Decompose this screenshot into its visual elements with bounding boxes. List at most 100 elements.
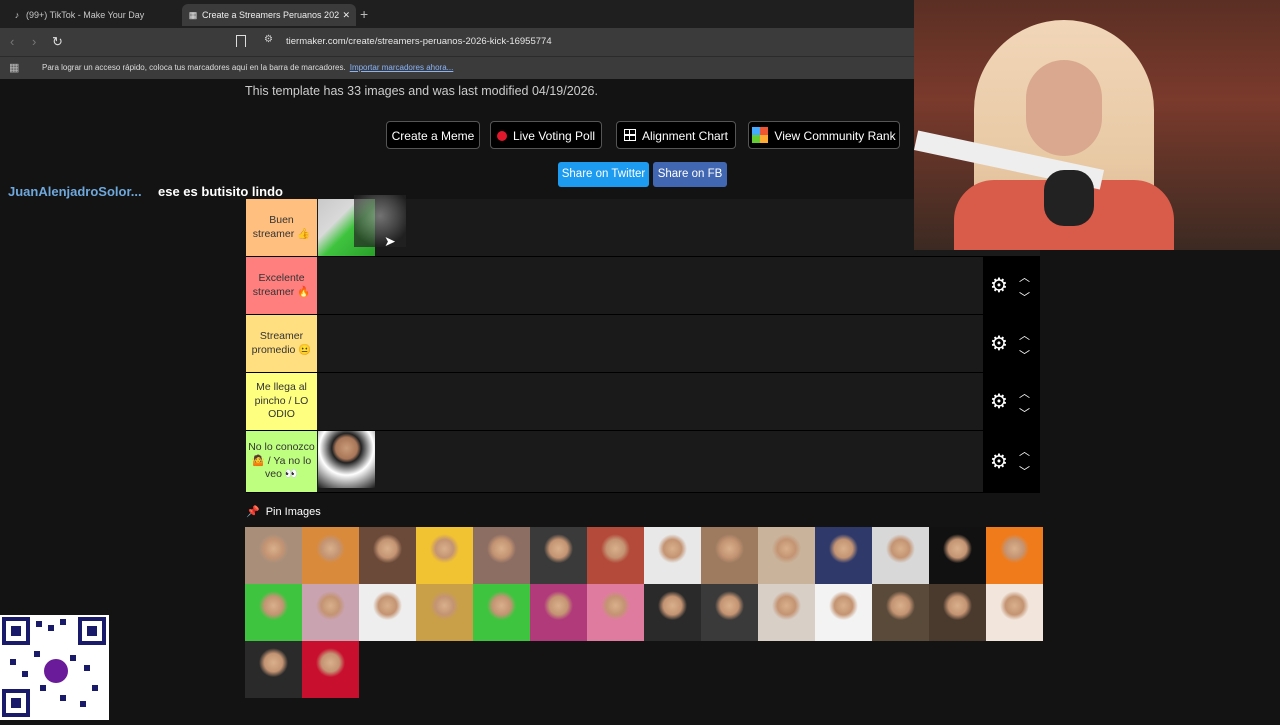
back-icon[interactable]: ‹ — [10, 34, 14, 49]
cursor-icon: ➤ — [384, 233, 396, 249]
dragging-thumbnail[interactable] — [354, 195, 406, 247]
pool-image[interactable] — [473, 527, 530, 584]
microphone — [1044, 170, 1094, 226]
pin-images-label: Pin Images — [265, 506, 321, 518]
pool-image[interactable] — [587, 527, 644, 584]
bookmarks-hint-text: Para lograr un acceso rápido, coloca tus… — [42, 63, 346, 72]
pool-image[interactable] — [929, 584, 986, 641]
chevron-up-icon[interactable]: ︿ — [1019, 443, 1030, 459]
bookmark-icon[interactable] — [236, 35, 246, 47]
pool-image[interactable] — [701, 584, 758, 641]
pool-image[interactable] — [929, 527, 986, 584]
close-tab-icon[interactable]: ✕ — [342, 4, 350, 26]
share-twitter-button[interactable]: Share on Twitter — [558, 162, 649, 187]
address-bar[interactable]: tiermaker.com/create/streamers-peruanos-… — [286, 36, 552, 47]
tier-label[interactable]: Excelente streamer 🔥 — [246, 257, 317, 314]
chat-message: ese es butisito lindo — [158, 184, 283, 199]
site-info-icon[interactable]: ⚙ — [264, 34, 273, 45]
tier-row: No lo conozco 🤷 / Ya no lo veo 👀 ⚙ ︿ ﹀ — [246, 431, 1040, 493]
browser-toolbar: ‹ › ↻ ⚙ tiermaker.com/create/streamers-p… — [0, 28, 914, 56]
pool-image[interactable] — [416, 584, 473, 641]
gear-icon[interactable]: ⚙ — [989, 392, 1009, 412]
pool-image[interactable] — [302, 584, 359, 641]
tier-label[interactable]: Streamer promedio 😐 — [246, 315, 317, 372]
tab-bar: ♪ (99+) TikTok - Make Your Day ▦ Create a … — [0, 0, 914, 28]
live-voting-poll-button[interactable]: Live Voting Poll — [490, 121, 602, 149]
tab-tiermaker[interactable]: ▦ Create a Streamers Peruanos 202 ✕ — [182, 4, 356, 26]
tiermaker-icon: ▦ — [188, 10, 198, 20]
alignment-chart-label: Alignment Chart — [641, 129, 729, 143]
pool-image[interactable] — [302, 641, 359, 698]
qr-code — [0, 615, 109, 720]
tab-label: (99+) TikTok - Make Your Day — [26, 10, 145, 20]
pool-image[interactable] — [986, 527, 1043, 584]
chevron-down-icon[interactable]: ﹀ — [1019, 347, 1030, 363]
pool-image[interactable] — [302, 527, 359, 584]
record-dot-icon — [496, 131, 507, 141]
chevron-up-icon[interactable]: ︿ — [1019, 327, 1030, 343]
tier-controls: ⚙ ︿ ﹀ — [983, 373, 1040, 430]
create-meme-label: Create a Meme — [391, 129, 475, 143]
chevron-up-icon[interactable]: ︿ — [1019, 269, 1030, 285]
gear-icon[interactable]: ⚙ — [989, 334, 1009, 354]
pushpin-icon: 📌 — [246, 506, 260, 518]
streamer-thumbnail[interactable] — [318, 431, 375, 488]
tier-label[interactable]: No lo conozco 🤷 / Ya no lo veo 👀 — [246, 431, 317, 492]
tier-controls: ⚙ ︿ ﹀ — [983, 431, 1040, 492]
pool-image[interactable] — [815, 584, 872, 641]
tier-row: Excelente streamer 🔥 ⚙ ︿ ﹀ — [246, 257, 1040, 315]
chat-username: JuanAlenjadroSolor... — [8, 184, 142, 199]
pool-image[interactable] — [644, 527, 701, 584]
pool-image[interactable] — [758, 584, 815, 641]
pool-image[interactable] — [872, 584, 929, 641]
alignment-chart-button[interactable]: Alignment Chart — [616, 121, 736, 149]
reload-icon[interactable]: ↻ — [52, 34, 63, 50]
pool-image[interactable] — [587, 584, 644, 641]
live-voting-poll-label: Live Voting Poll — [512, 129, 596, 143]
forward-icon[interactable]: › — [32, 34, 36, 49]
pool-image[interactable] — [986, 584, 1043, 641]
tab-tiktok[interactable]: ♪ (99+) TikTok - Make Your Day — [12, 4, 177, 26]
pool-image[interactable] — [872, 527, 929, 584]
tier-label[interactable]: Buen streamer 👍 — [246, 199, 317, 256]
pool-image[interactable] — [416, 527, 473, 584]
tier-row: Me llega al pincho / LO ODIO ⚙ ︿ ﹀ — [246, 373, 1040, 431]
tab-label: Create a Streamers Peruanos 202 — [202, 10, 340, 20]
person-face — [1026, 60, 1102, 156]
pool-image[interactable] — [245, 641, 302, 698]
apps-icon[interactable]: ▦ — [9, 61, 19, 74]
pool-image[interactable] — [530, 527, 587, 584]
bookmarks-hint: Para lograr un acceso rápido, coloca tus… — [42, 63, 453, 72]
chevron-down-icon[interactable]: ﹀ — [1019, 463, 1030, 479]
community-rank-label: View Community Rank — [774, 129, 896, 143]
pool-image[interactable] — [473, 584, 530, 641]
pool-image[interactable] — [359, 584, 416, 641]
pin-images-toggle[interactable]: 📌 Pin Images — [246, 505, 321, 518]
pool-image[interactable] — [701, 527, 758, 584]
create-meme-button[interactable]: Create a Meme — [386, 121, 480, 149]
tiktok-icon: ♪ — [14, 10, 20, 20]
chevron-up-icon[interactable]: ︿ — [1019, 385, 1030, 401]
bookmarks-bar: ▦ Para lograr un acceso rápido, coloca t… — [0, 56, 914, 79]
pool-image[interactable] — [530, 584, 587, 641]
tier-row: Streamer promedio 😐 ⚙ ︿ ﹀ — [246, 315, 1040, 373]
chevron-down-icon[interactable]: ﹀ — [1019, 405, 1030, 421]
import-bookmarks-link[interactable]: Importar marcadores ahora... — [350, 63, 454, 72]
tier-grid-icon — [752, 127, 769, 143]
tier-controls: ⚙ ︿ ﹀ — [983, 315, 1040, 372]
new-tab-button[interactable]: + — [360, 4, 368, 24]
pool-image[interactable] — [758, 527, 815, 584]
gear-icon[interactable]: ⚙ — [989, 452, 1009, 472]
pool-image[interactable] — [815, 527, 872, 584]
pool-image[interactable] — [359, 527, 416, 584]
gear-icon[interactable]: ⚙ — [989, 276, 1009, 296]
template-info: This template has 33 images and was last… — [245, 84, 598, 98]
pool-image[interactable] — [245, 527, 302, 584]
pool-image[interactable] — [245, 584, 302, 641]
community-rank-button[interactable]: View Community Rank — [748, 121, 900, 149]
chevron-down-icon[interactable]: ﹀ — [1019, 289, 1030, 305]
pool-image[interactable] — [644, 584, 701, 641]
tier-label[interactable]: Me llega al pincho / LO ODIO — [246, 373, 317, 430]
grid-icon — [623, 129, 636, 141]
share-fb-button[interactable]: Share on FB — [653, 162, 727, 187]
